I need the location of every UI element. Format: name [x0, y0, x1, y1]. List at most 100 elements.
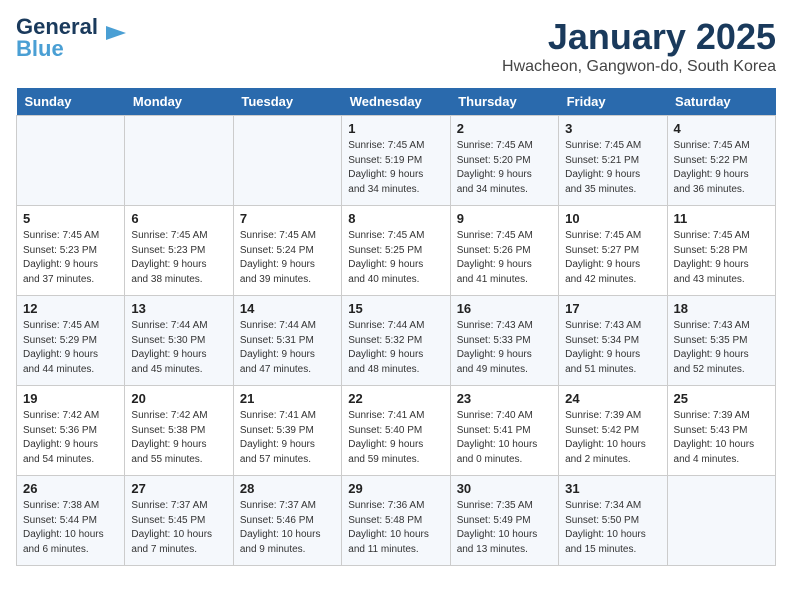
cell-info: Sunrise: 7:44 AM Sunset: 5:30 PM Dayligh… [131, 319, 226, 377]
cell-info: Sunrise: 7:45 AM Sunset: 5:22 PM Dayligh… [674, 139, 769, 197]
calendar-week-row: 12Sunrise: 7:45 AM Sunset: 5:29 PM Dayli… [17, 296, 776, 386]
cell-info: Sunrise: 7:35 AM Sunset: 5:49 PM Dayligh… [457, 499, 552, 557]
page-header: GeneralBlue January 2025 Hwacheon, Gangw… [16, 16, 776, 76]
logo-blue: Blue [16, 36, 64, 61]
cell-info: Sunrise: 7:45 AM Sunset: 5:29 PM Dayligh… [23, 319, 118, 377]
calendar-cell [17, 116, 125, 206]
calendar-cell: 4Sunrise: 7:45 AM Sunset: 5:22 PM Daylig… [667, 116, 775, 206]
calendar-cell: 3 Sunrise: 7:45 AM Sunset: 5:21 PM Daylig… [559, 116, 667, 206]
calendar-cell: 21 Sunrise: 7:41 AM Sunset: 5:39 PM Dayli… [233, 386, 341, 476]
cell-info: Sunrise: 7:45 AM Sunset: 5:23 PM Dayligh… [23, 229, 118, 287]
cell-info: Sunrise: 7:45 AM Sunset: 5:24 PM Dayligh… [240, 229, 335, 287]
cell-info: Sunrise: 7:42 AM Sunset: 5:36 PM Dayligh… [23, 409, 118, 467]
day-number: 11 [674, 211, 769, 226]
calendar-cell: 30Sunrise: 7:35 AM Sunset: 5:49 PM Dayli… [450, 476, 558, 566]
day-number: 9 [457, 211, 552, 226]
header-sunday: Sunday [17, 88, 125, 116]
calendar-cell: 6Sunrise: 7:45 AM Sunset: 5:23 PM Daylig… [125, 206, 233, 296]
cell-info: Sunrise: 7:45 AM Sunset: 5:25 PM Dayligh… [348, 229, 443, 287]
calendar-cell: 11 Sunrise: 7:45 AM Sunset: 5:28 PM Dayli… [667, 206, 775, 296]
calendar-header-row: SundayMondayTuesdayWednesdayThursdayFrid… [17, 88, 776, 116]
calendar-cell: 5 Sunrise: 7:45 AM Sunset: 5:23 PM Daylig… [17, 206, 125, 296]
calendar-cell: 23 Sunrise: 7:40 AM Sunset: 5:41 PM Dayli… [450, 386, 558, 476]
day-number: 17 [565, 301, 660, 316]
day-number: 29 [348, 481, 443, 496]
cell-info: Sunrise: 7:45 AM Sunset: 5:26 PM Dayligh… [457, 229, 552, 287]
calendar-week-row: 5 Sunrise: 7:45 AM Sunset: 5:23 PM Daylig… [17, 206, 776, 296]
header-friday: Friday [559, 88, 667, 116]
day-number: 7 [240, 211, 335, 226]
calendar-cell: 22 Sunrise: 7:41 AM Sunset: 5:40 PM Dayli… [342, 386, 450, 476]
location: Hwacheon, Gangwon-do, South Korea [502, 58, 776, 76]
header-saturday: Saturday [667, 88, 775, 116]
calendar-cell: 13 Sunrise: 7:44 AM Sunset: 5:30 PM Dayli… [125, 296, 233, 386]
calendar-cell: 12Sunrise: 7:45 AM Sunset: 5:29 PM Dayli… [17, 296, 125, 386]
calendar-cell: 20 Sunrise: 7:42 AM Sunset: 5:38 PM Dayli… [125, 386, 233, 476]
calendar-cell: 2Sunrise: 7:45 AM Sunset: 5:20 PM Daylig… [450, 116, 558, 206]
calendar-week-row: 1Sunrise: 7:45 AM Sunset: 5:19 PM Daylig… [17, 116, 776, 206]
day-number: 21 [240, 391, 335, 406]
logo-arrow-icon [96, 18, 126, 48]
calendar-cell [125, 116, 233, 206]
day-number: 23 [457, 391, 552, 406]
cell-info: Sunrise: 7:39 AM Sunset: 5:42 PM Dayligh… [565, 409, 660, 467]
cell-info: Sunrise: 7:37 AM Sunset: 5:45 PM Dayligh… [131, 499, 226, 557]
cell-info: Sunrise: 7:41 AM Sunset: 5:40 PM Dayligh… [348, 409, 443, 467]
calendar-cell: 29Sunrise: 7:36 AM Sunset: 5:48 PM Dayli… [342, 476, 450, 566]
cell-info: Sunrise: 7:34 AM Sunset: 5:50 PM Dayligh… [565, 499, 660, 557]
calendar-cell: 27 Sunrise: 7:37 AM Sunset: 5:45 PM Dayli… [125, 476, 233, 566]
day-number: 16 [457, 301, 552, 316]
calendar-cell: 1Sunrise: 7:45 AM Sunset: 5:19 PM Daylig… [342, 116, 450, 206]
day-number: 10 [565, 211, 660, 226]
day-number: 22 [348, 391, 443, 406]
cell-info: Sunrise: 7:41 AM Sunset: 5:39 PM Dayligh… [240, 409, 335, 467]
calendar-cell: 31Sunrise: 7:34 AM Sunset: 5:50 PM Dayli… [559, 476, 667, 566]
calendar-cell: 24Sunrise: 7:39 AM Sunset: 5:42 PM Dayli… [559, 386, 667, 476]
calendar-cell: 17 Sunrise: 7:43 AM Sunset: 5:34 PM Dayli… [559, 296, 667, 386]
cell-info: Sunrise: 7:44 AM Sunset: 5:32 PM Dayligh… [348, 319, 443, 377]
title-block: January 2025 Hwacheon, Gangwon-do, South… [502, 16, 776, 76]
day-number: 25 [674, 391, 769, 406]
cell-info: Sunrise: 7:43 AM Sunset: 5:33 PM Dayligh… [457, 319, 552, 377]
day-number: 14 [240, 301, 335, 316]
header-monday: Monday [125, 88, 233, 116]
calendar-cell: 26Sunrise: 7:38 AM Sunset: 5:44 PM Dayli… [17, 476, 125, 566]
calendar-cell: 10Sunrise: 7:45 AM Sunset: 5:27 PM Dayli… [559, 206, 667, 296]
cell-info: Sunrise: 7:43 AM Sunset: 5:35 PM Dayligh… [674, 319, 769, 377]
day-number: 5 [23, 211, 118, 226]
day-number: 8 [348, 211, 443, 226]
day-number: 3 [565, 121, 660, 136]
cell-info: Sunrise: 7:42 AM Sunset: 5:38 PM Dayligh… [131, 409, 226, 467]
day-number: 15 [348, 301, 443, 316]
calendar-table: SundayMondayTuesdayWednesdayThursdayFrid… [16, 88, 776, 566]
logo-text: GeneralBlue [16, 16, 98, 60]
month-title: January 2025 [502, 16, 776, 58]
cell-info: Sunrise: 7:45 AM Sunset: 5:19 PM Dayligh… [348, 139, 443, 197]
cell-info: Sunrise: 7:45 AM Sunset: 5:23 PM Dayligh… [131, 229, 226, 287]
calendar-cell: 8 Sunrise: 7:45 AM Sunset: 5:25 PM Daylig… [342, 206, 450, 296]
cell-info: Sunrise: 7:44 AM Sunset: 5:31 PM Dayligh… [240, 319, 335, 377]
calendar-cell: 14 Sunrise: 7:44 AM Sunset: 5:31 PM Dayli… [233, 296, 341, 386]
calendar-cell: 19Sunrise: 7:42 AM Sunset: 5:36 PM Dayli… [17, 386, 125, 476]
calendar-cell: 18 Sunrise: 7:43 AM Sunset: 5:35 PM Dayli… [667, 296, 775, 386]
day-number: 20 [131, 391, 226, 406]
day-number: 18 [674, 301, 769, 316]
logo: GeneralBlue [16, 16, 126, 60]
calendar-cell [233, 116, 341, 206]
day-number: 26 [23, 481, 118, 496]
cell-info: Sunrise: 7:45 AM Sunset: 5:28 PM Dayligh… [674, 229, 769, 287]
calendar-cell [667, 476, 775, 566]
day-number: 27 [131, 481, 226, 496]
calendar-cell: 7 Sunrise: 7:45 AM Sunset: 5:24 PM Daylig… [233, 206, 341, 296]
cell-info: Sunrise: 7:45 AM Sunset: 5:21 PM Dayligh… [565, 139, 660, 197]
calendar-week-row: 26Sunrise: 7:38 AM Sunset: 5:44 PM Dayli… [17, 476, 776, 566]
day-number: 13 [131, 301, 226, 316]
calendar-cell: 15 Sunrise: 7:44 AM Sunset: 5:32 PM Dayli… [342, 296, 450, 386]
calendar-cell: 9 Sunrise: 7:45 AM Sunset: 5:26 PM Daylig… [450, 206, 558, 296]
day-number: 28 [240, 481, 335, 496]
cell-info: Sunrise: 7:39 AM Sunset: 5:43 PM Dayligh… [674, 409, 769, 467]
cell-info: Sunrise: 7:40 AM Sunset: 5:41 PM Dayligh… [457, 409, 552, 467]
cell-info: Sunrise: 7:43 AM Sunset: 5:34 PM Dayligh… [565, 319, 660, 377]
calendar-cell: 28Sunrise: 7:37 AM Sunset: 5:46 PM Dayli… [233, 476, 341, 566]
header-thursday: Thursday [450, 88, 558, 116]
